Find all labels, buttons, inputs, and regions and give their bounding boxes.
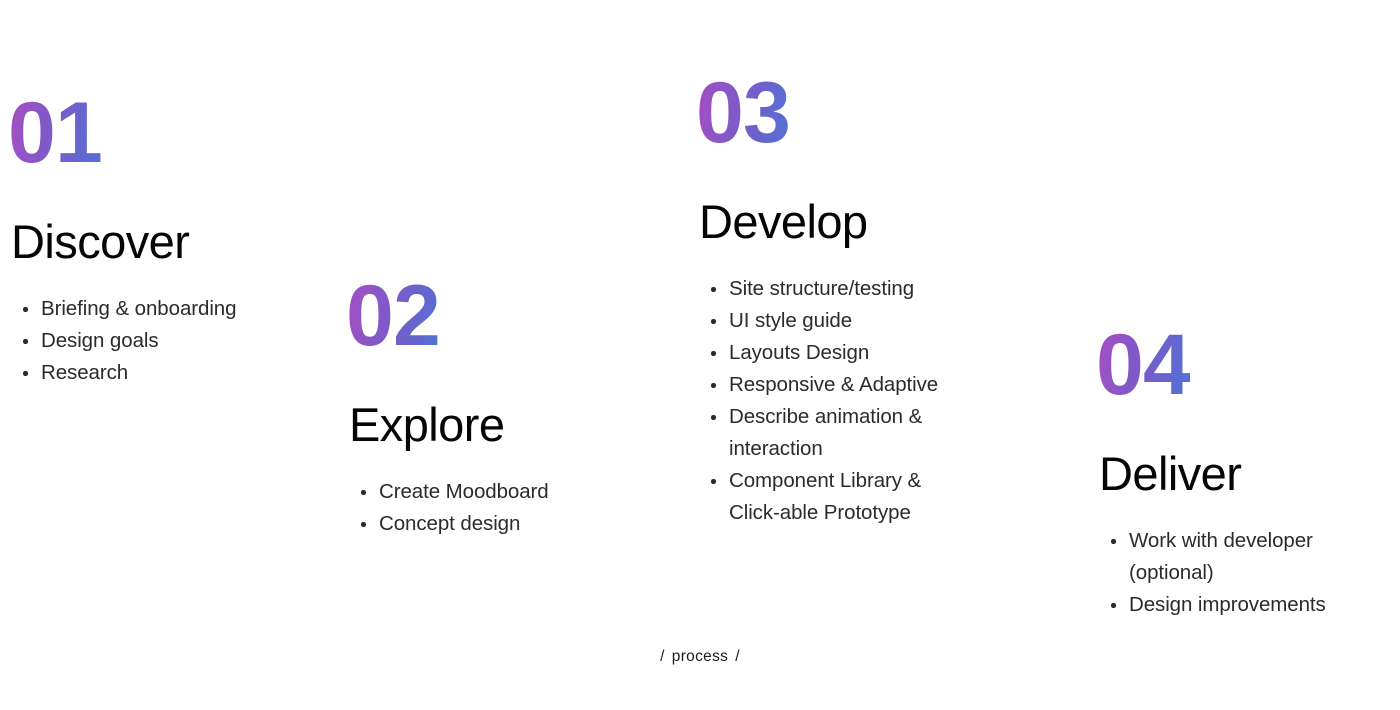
- process-step-develop: 03 Develop Site structure/testing UI sty…: [696, 65, 967, 529]
- list-item: Create Moodboard: [349, 476, 649, 508]
- list-item: Work with developer (optional): [1099, 525, 1384, 589]
- step-number-01: 01: [8, 85, 103, 181]
- step-title-explore: Explore: [349, 397, 505, 451]
- list-item: Briefing & onboarding: [11, 293, 311, 325]
- step-list-explore: Create Moodboard Concept design: [349, 476, 649, 540]
- list-item: Responsive & Adaptive: [699, 369, 967, 401]
- list-item: Component Library & Click-able Prototype: [699, 465, 967, 529]
- step-list-develop: Site structure/testing UI style guide La…: [699, 273, 967, 529]
- step-title-deliver: Deliver: [1099, 446, 1242, 500]
- step-number-02: 02: [346, 268, 441, 364]
- list-item: Concept design: [349, 508, 649, 540]
- process-step-deliver: 04 Deliver Work with developer (optional…: [1096, 317, 1384, 621]
- step-number-03: 03: [696, 65, 791, 161]
- list-item: UI style guide: [699, 305, 967, 337]
- step-number-04: 04: [1096, 317, 1191, 413]
- footer-label-text: process: [671, 648, 729, 665]
- footer-slash-right: /: [735, 648, 740, 665]
- process-step-discover: 01 Discover Briefing & onboarding Design…: [8, 85, 311, 389]
- footer-slash-left: /: [660, 648, 665, 665]
- list-item: Describe animation & interaction: [699, 401, 967, 465]
- list-item: Design improvements: [1099, 589, 1384, 621]
- list-item: Layouts Design: [699, 337, 967, 369]
- step-list-deliver: Work with developer (optional) Design im…: [1099, 525, 1384, 621]
- step-title-develop: Develop: [699, 194, 868, 248]
- list-item: Design goals: [11, 325, 311, 357]
- list-item: Research: [11, 357, 311, 389]
- process-step-explore: 02 Explore Create Moodboard Concept desi…: [346, 268, 649, 540]
- step-list-discover: Briefing & onboarding Design goals Resea…: [11, 293, 311, 389]
- footer-caption: / process /: [0, 648, 1400, 666]
- step-title-discover: Discover: [11, 214, 190, 268]
- list-item: Site structure/testing: [699, 273, 967, 305]
- process-slide: 01 Discover Briefing & onboarding Design…: [0, 0, 1400, 710]
